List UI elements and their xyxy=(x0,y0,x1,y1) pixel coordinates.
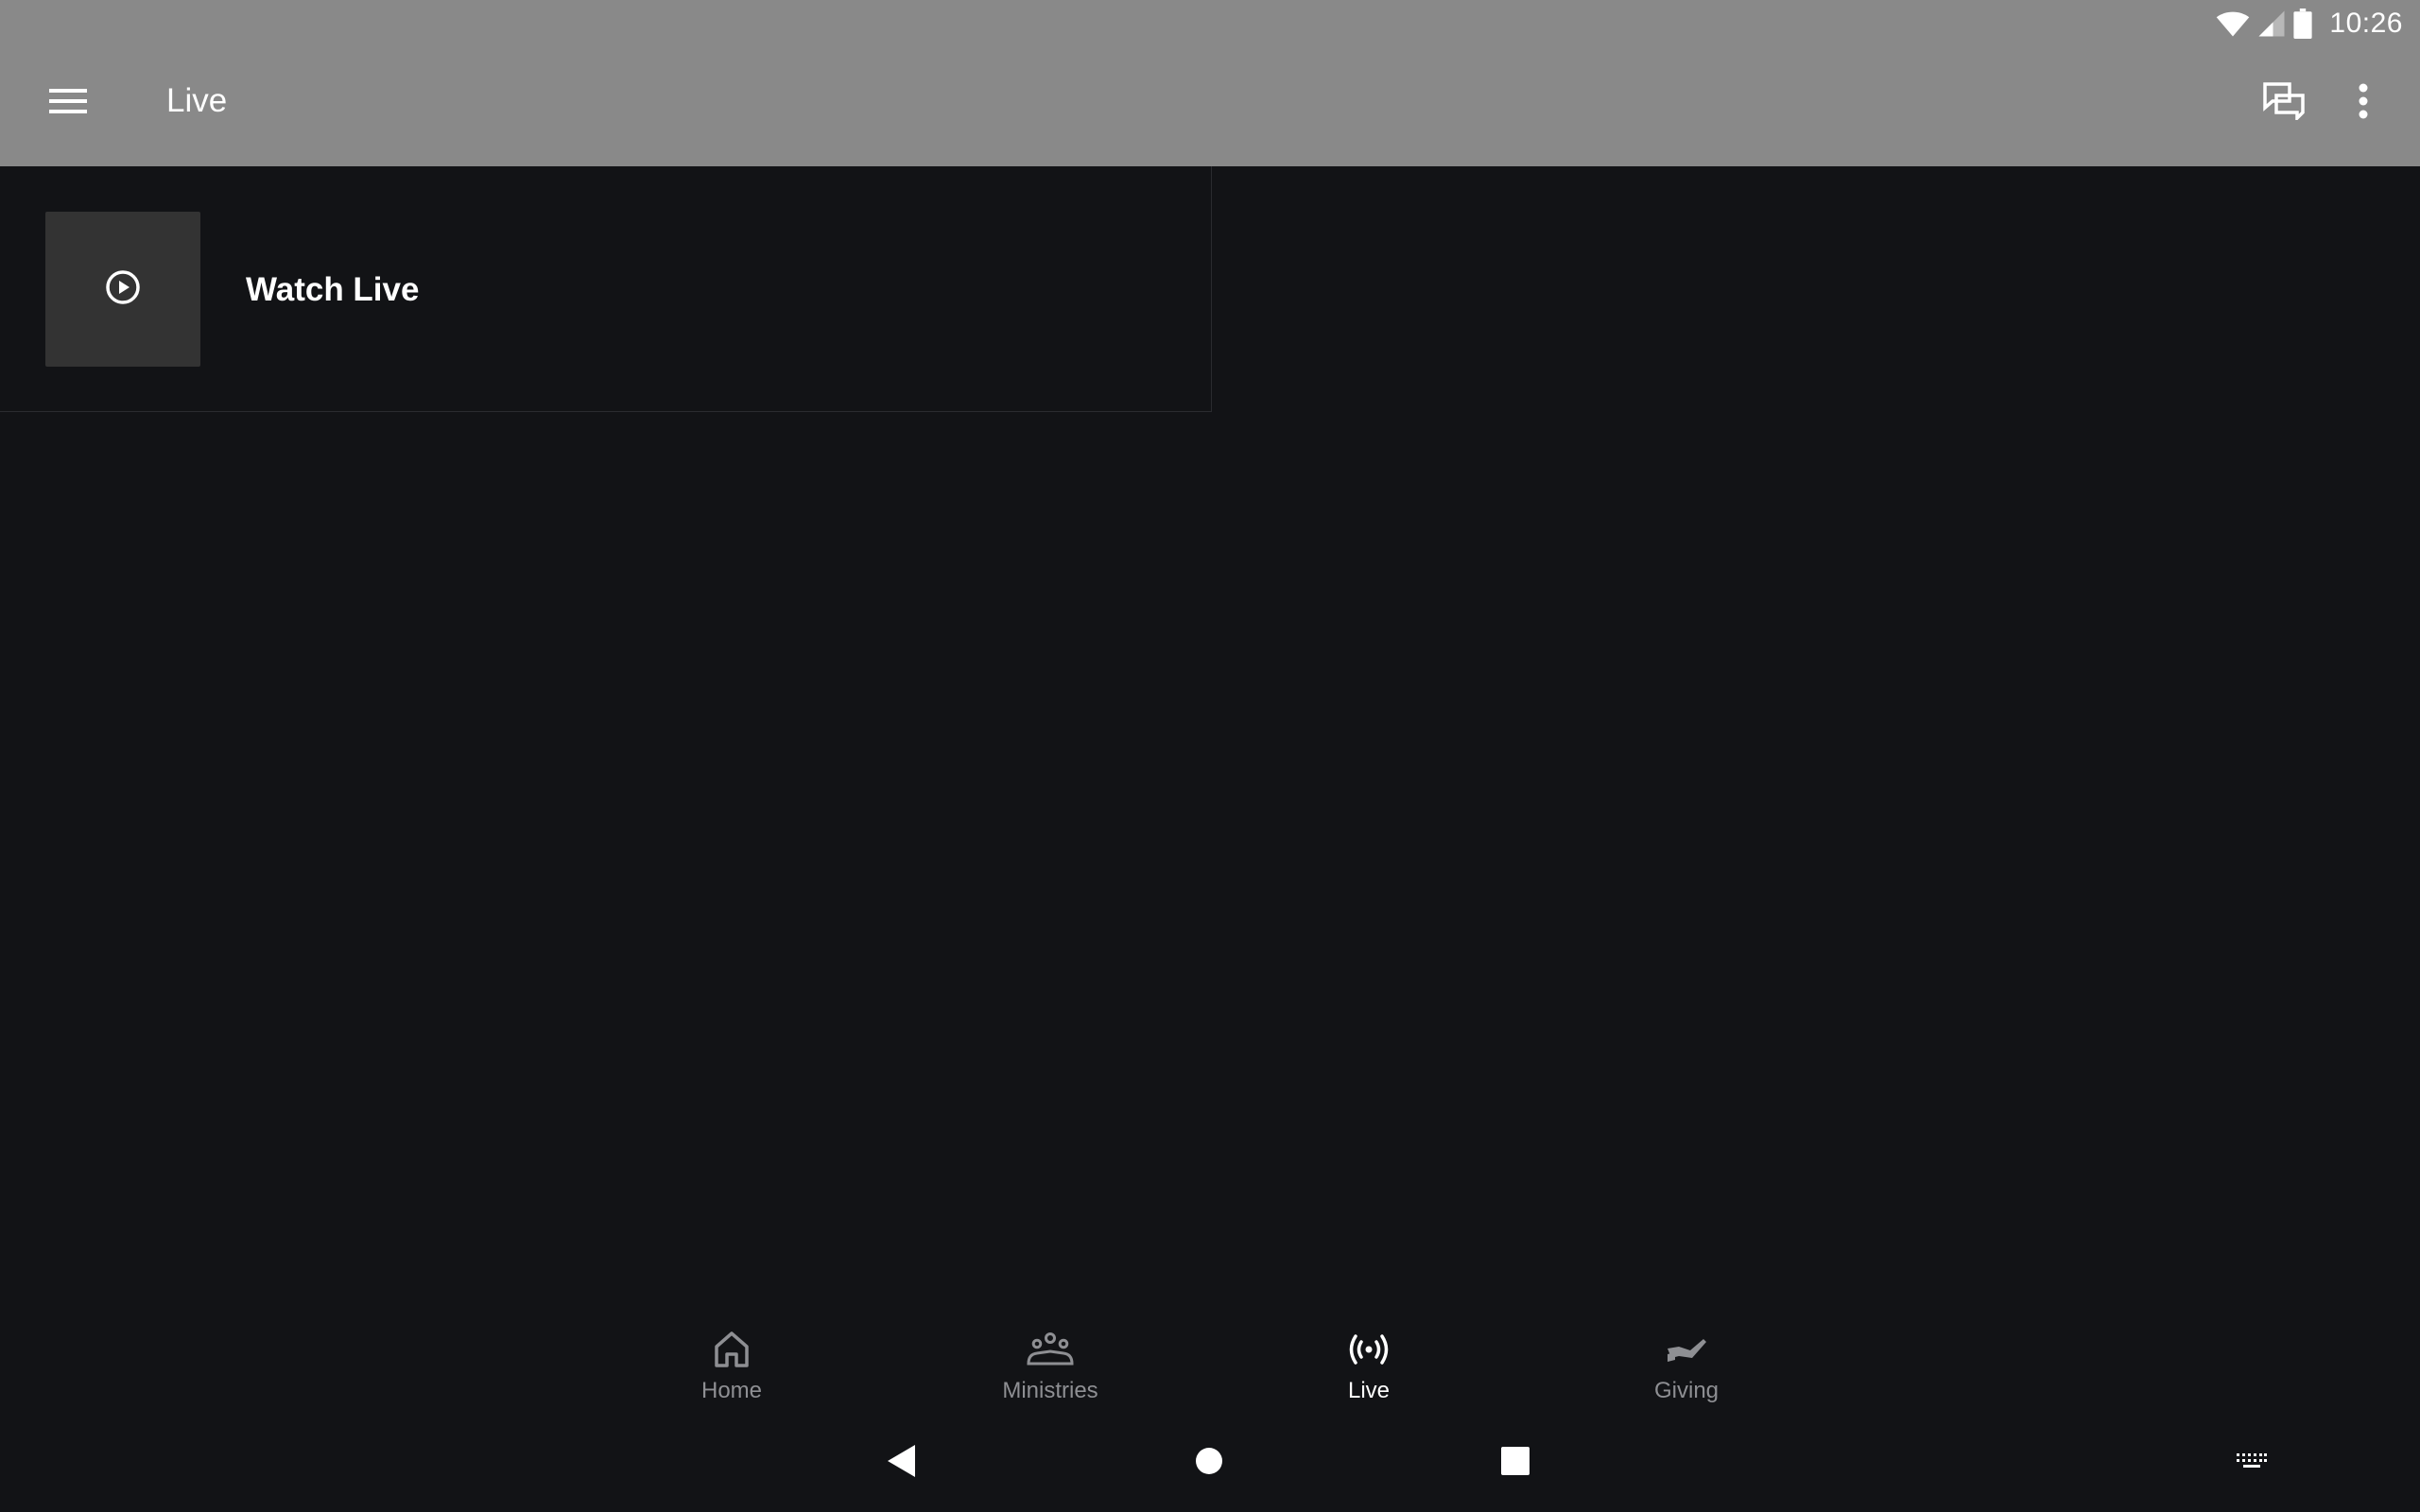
system-navigation-bar xyxy=(0,1410,2420,1512)
content-list: Watch Live xyxy=(0,166,1212,412)
live-broadcast-icon xyxy=(1348,1329,1390,1370)
groups-icon xyxy=(1027,1329,1074,1370)
app-bar: Live xyxy=(0,46,2420,166)
giving-hand-icon xyxy=(1666,1329,1707,1370)
keyboard-icon[interactable] xyxy=(2218,1427,2286,1495)
page-title: Live xyxy=(166,82,228,119)
chat-icon[interactable] xyxy=(2250,67,2318,135)
nav-item-giving[interactable]: Giving xyxy=(1592,1304,1781,1410)
wifi-icon xyxy=(2216,9,2250,38)
list-item-watch-live[interactable]: Watch Live xyxy=(0,166,1211,411)
play-circle-icon xyxy=(105,269,141,310)
app-screen: 10:26 Live Watch Live Home Ministries Li… xyxy=(0,0,2420,1512)
home-button-icon[interactable] xyxy=(1175,1427,1243,1495)
top-app-area: 10:26 Live xyxy=(0,0,2420,166)
bottom-navigation: Home Ministries Live Giving xyxy=(0,1304,2420,1410)
home-icon xyxy=(714,1329,750,1370)
list-item-thumbnail xyxy=(45,212,200,367)
status-bar: 10:26 xyxy=(0,0,2420,46)
nav-item-home[interactable]: Home xyxy=(637,1304,826,1410)
back-icon[interactable] xyxy=(868,1427,936,1495)
nav-label-giving: Giving xyxy=(1653,1378,1720,1403)
cell-signal-icon xyxy=(2257,9,2286,38)
nav-item-live[interactable]: Live xyxy=(1274,1304,1463,1410)
nav-label-ministries: Ministries xyxy=(1002,1378,1098,1403)
nav-label-home: Home xyxy=(700,1378,763,1403)
status-clock: 10:26 xyxy=(2329,7,2403,39)
nav-item-ministries[interactable]: Ministries xyxy=(956,1304,1145,1410)
battery-icon xyxy=(2293,8,2313,39)
more-vert-icon[interactable] xyxy=(2329,67,2397,135)
nav-label-live: Live xyxy=(1347,1378,1391,1403)
recents-icon[interactable] xyxy=(1481,1427,1549,1495)
list-item-title: Watch Live xyxy=(246,271,420,308)
hamburger-menu-icon[interactable] xyxy=(34,67,102,135)
